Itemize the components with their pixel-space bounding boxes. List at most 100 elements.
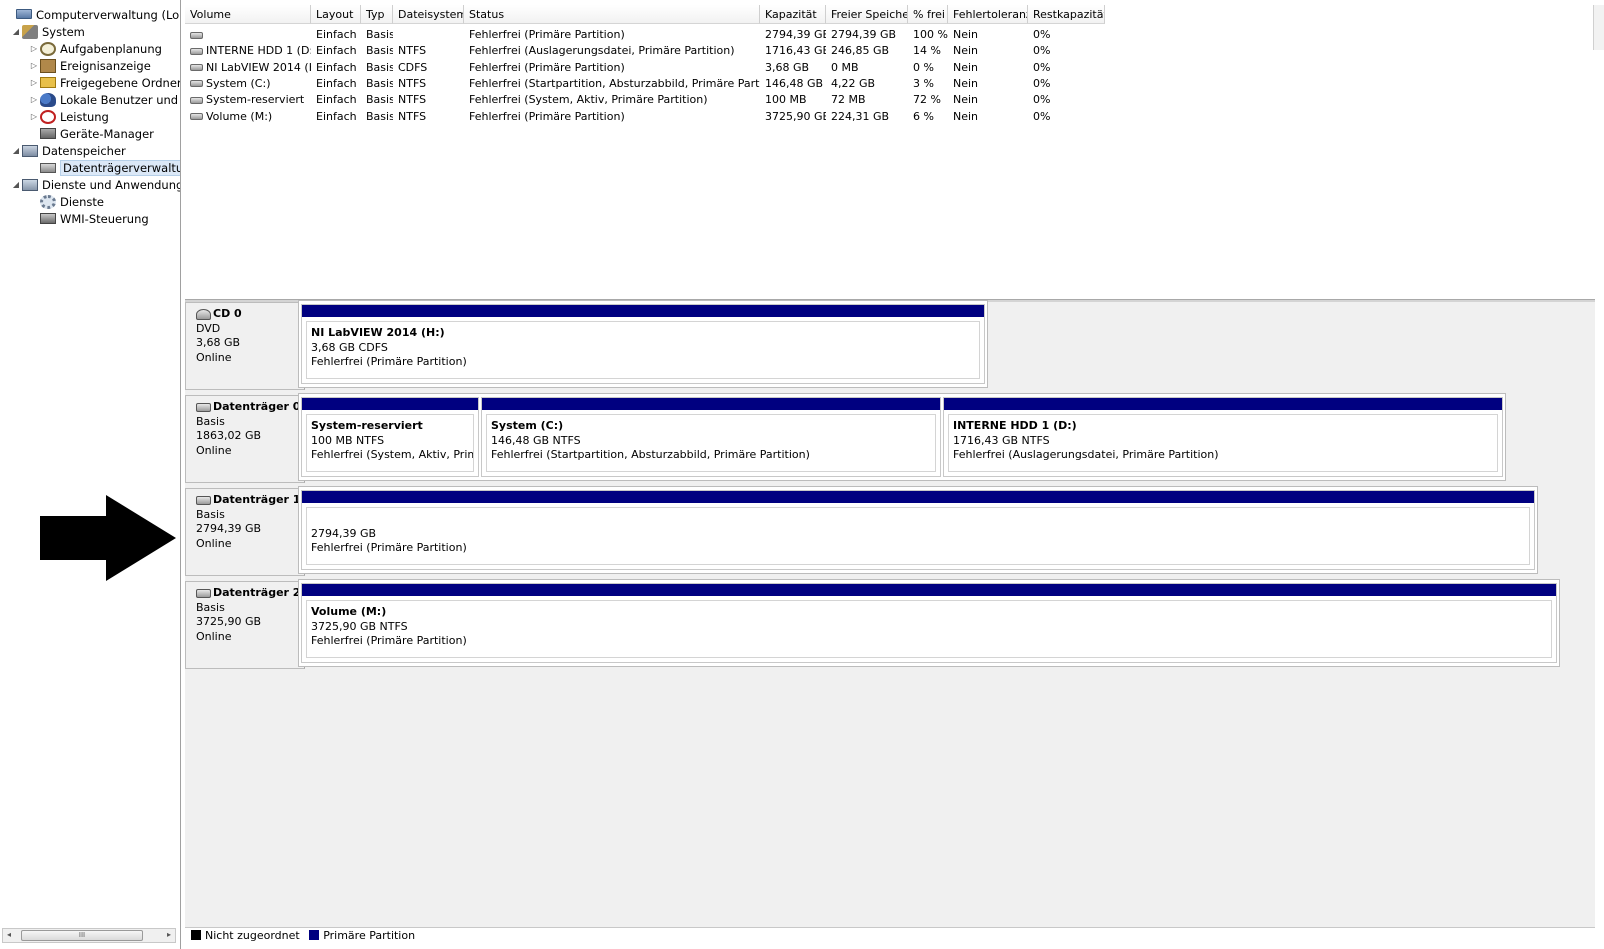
table-cell: Basis	[366, 44, 393, 58]
volume-list-header: Volume Layout Typ Dateisystem Status Kapazitä…	[185, 5, 1595, 24]
table-cell: 2794,39 GB	[765, 28, 826, 41]
drive-icon	[190, 47, 203, 55]
tree-item[interactable]: Datenträgerverwaltung	[28, 159, 180, 176]
table-cell: Fehlerfrei (Primäre Partition)	[469, 109, 625, 123]
expand-arrow-icon[interactable]: ▷	[28, 95, 40, 104]
partition-block[interactable]: 2794,39 GB Fehlerfrei (Primäre Partition)	[301, 490, 1535, 570]
table-cell: 224,31 GB	[831, 109, 890, 123]
disk-type: Basis	[196, 507, 225, 521]
disk-status: Online	[196, 536, 232, 550]
column-header[interactable]: Dateisystem	[393, 5, 464, 24]
tree-item-label: Computerverwaltung (Lokal)	[36, 7, 180, 22]
tree-item[interactable]: ▷ Ereignisanzeige	[28, 57, 151, 74]
disk-info[interactable]: Datenträger 1 Basis 2794,39 GB Online	[185, 488, 305, 576]
table-cell: Fehlerfrei (Startpartition, Absturzabbil…	[469, 76, 760, 90]
partition-size: 1716,43 GB NTFS	[953, 433, 1050, 447]
tree-item[interactable]: WMI-Steuerung	[28, 210, 149, 227]
tree-item-label: WMI-Steuerung	[60, 211, 149, 226]
table-cell: NTFS	[398, 44, 427, 58]
table-cell: 3 %	[913, 76, 934, 90]
table-row[interactable]: Einfach Basis Fehlerfrei (Primäre Partitio…	[185, 27, 1595, 43]
partition-block[interactable]: NI LabVIEW 2014 (H:) 3,68 GB CDFS Fehlerfr…	[301, 304, 985, 384]
disk-info[interactable]: CD 0 DVD 3,68 GB Online	[185, 302, 305, 390]
table-row[interactable]: NI LabVIEW 2014 (H:) Einfach Basis CDFS Fehl…	[185, 60, 1595, 76]
arrow-annotation	[40, 495, 176, 581]
table-cell: 146,48 GB	[765, 76, 824, 90]
expand-arrow-icon[interactable]: ▷	[28, 44, 40, 53]
shared-folder-icon	[40, 77, 56, 88]
tree-item[interactable]: Computerverwaltung (Lokal)	[4, 6, 180, 23]
partition-name: Volume (M:)	[311, 605, 387, 618]
tree-item[interactable]: ◢ Dienste und Anwendungen	[10, 176, 180, 193]
column-header[interactable]: Restkapazität	[1028, 5, 1105, 24]
table-cell: 0%	[1033, 93, 1051, 107]
primary-partition-bar	[302, 491, 1534, 503]
expand-arrow-icon[interactable]: ▷	[28, 112, 40, 121]
table-row[interactable]: INTERNE HDD 1 (D:) Einfach Basis NTFS Fehler…	[185, 43, 1595, 59]
partition-block[interactable]: System (C:) 146,48 GB NTFS Fehlerfrei (Sta…	[481, 397, 941, 477]
table-cell: 0%	[1033, 60, 1051, 74]
tree-item[interactable]: ◢ System	[10, 23, 85, 40]
partition-block[interactable]: INTERNE HDD 1 (D:) 1716,43 GB NTFS Fehlerf…	[943, 397, 1503, 477]
table-cell: Volume (M:)	[185, 109, 311, 125]
table-cell: NTFS	[398, 76, 427, 90]
performance-icon	[40, 109, 56, 124]
disk-info[interactable]: Datenträger 2 Basis 3725,90 GB Online	[185, 581, 305, 669]
system-tools-icon	[22, 24, 38, 39]
scroll-right-icon[interactable]: ▸	[163, 930, 175, 939]
table-row[interactable]: Volume (M:) Einfach Basis NTFS Fehlerfrei (P…	[185, 109, 1595, 125]
tree-item-label: System	[42, 24, 85, 39]
tree-item[interactable]: ▷ Lokale Benutzer und Gr	[28, 91, 180, 108]
services-applications-icon	[22, 178, 38, 191]
hard-disk-icon	[196, 495, 211, 505]
partition-block[interactable]: System-reserviert 100 MB NTFS Fehlerfrei (…	[301, 397, 479, 477]
column-header[interactable]: Volume	[185, 5, 311, 24]
column-header[interactable]: Fehlertoleranz	[948, 5, 1028, 24]
table-cell: 0 MB	[831, 60, 859, 74]
expand-arrow-icon[interactable]: ◢	[10, 27, 22, 36]
partition-block[interactable]: Volume (M:) 3725,90 GB NTFS Fehlerfrei (Pr…	[301, 583, 1557, 663]
scroll-thumb[interactable]: III	[21, 930, 143, 941]
wmi-control-icon	[40, 213, 56, 224]
expand-arrow-icon[interactable]: ▷	[28, 78, 40, 87]
table-cell: 3725,90 GB	[765, 109, 826, 123]
expand-arrow-icon[interactable]: ◢	[10, 180, 22, 189]
drive-icon	[190, 64, 203, 72]
expand-arrow-icon[interactable]: ▷	[28, 61, 40, 70]
tree-item-label: Freigegebene Ordner	[60, 75, 181, 90]
device-manager-icon	[40, 128, 56, 139]
partition-size: 146,48 GB NTFS	[491, 433, 581, 447]
disk-name-row: Datenträger 2	[196, 586, 304, 601]
expand-arrow-icon[interactable]: ◢	[10, 146, 22, 155]
partition-status: Fehlerfrei (Auslagerungsdatei, Primäre P…	[953, 448, 1219, 461]
column-header[interactable]: Typ	[361, 5, 393, 24]
tree-item[interactable]: ▷ Aufgabenplanung	[28, 40, 162, 57]
disk-status: Online	[196, 350, 232, 364]
column-header[interactable]: Freier Speicher	[826, 5, 908, 24]
tree-item[interactable]: Dienste	[28, 193, 104, 210]
column-header[interactable]: % frei	[908, 5, 948, 24]
table-cell: NI LabVIEW 2014 (H:)	[185, 60, 311, 76]
partition-name: System-reserviert	[311, 419, 423, 432]
table-row[interactable]: System (C:) Einfach Basis NTFS Fehlerfrei (S…	[185, 76, 1595, 92]
tree-item[interactable]: Geräte-Manager	[28, 125, 154, 142]
column-header[interactable]: Layout	[311, 5, 361, 24]
partition-size: 3,68 GB CDFS	[311, 340, 388, 354]
legend-primary: Primäre Partition	[309, 929, 415, 942]
column-header[interactable]: Kapazität	[760, 5, 826, 24]
partition-status: Fehlerfrei (Primäre Partition)	[311, 355, 467, 368]
disk-size: 3,68 GB	[196, 336, 241, 349]
table-cell: Nein	[953, 76, 979, 90]
tree-item[interactable]: ▷ Leistung	[28, 108, 109, 125]
column-header[interactable]: Status	[464, 5, 760, 24]
table-row[interactable]: System-reserviert Einfach Basis NTFS Fehlerf…	[185, 92, 1595, 108]
disk-type: Basis	[196, 414, 225, 428]
table-cell: Basis	[366, 93, 393, 107]
tree-item[interactable]: ▷ Freigegebene Ordner	[28, 74, 181, 91]
disk-info[interactable]: Datenträger 0 Basis 1863,02 GB Online	[185, 395, 305, 483]
volume-list-scrollbar[interactable]	[1593, 5, 1604, 50]
table-cell: Fehlerfrei (Primäre Partition)	[469, 60, 625, 74]
scroll-left-icon[interactable]: ◂	[3, 930, 15, 939]
tree-horizontal-scrollbar[interactable]: ◂ III ▸	[2, 928, 176, 943]
tree-item[interactable]: ◢ Datenspeicher	[10, 142, 126, 159]
